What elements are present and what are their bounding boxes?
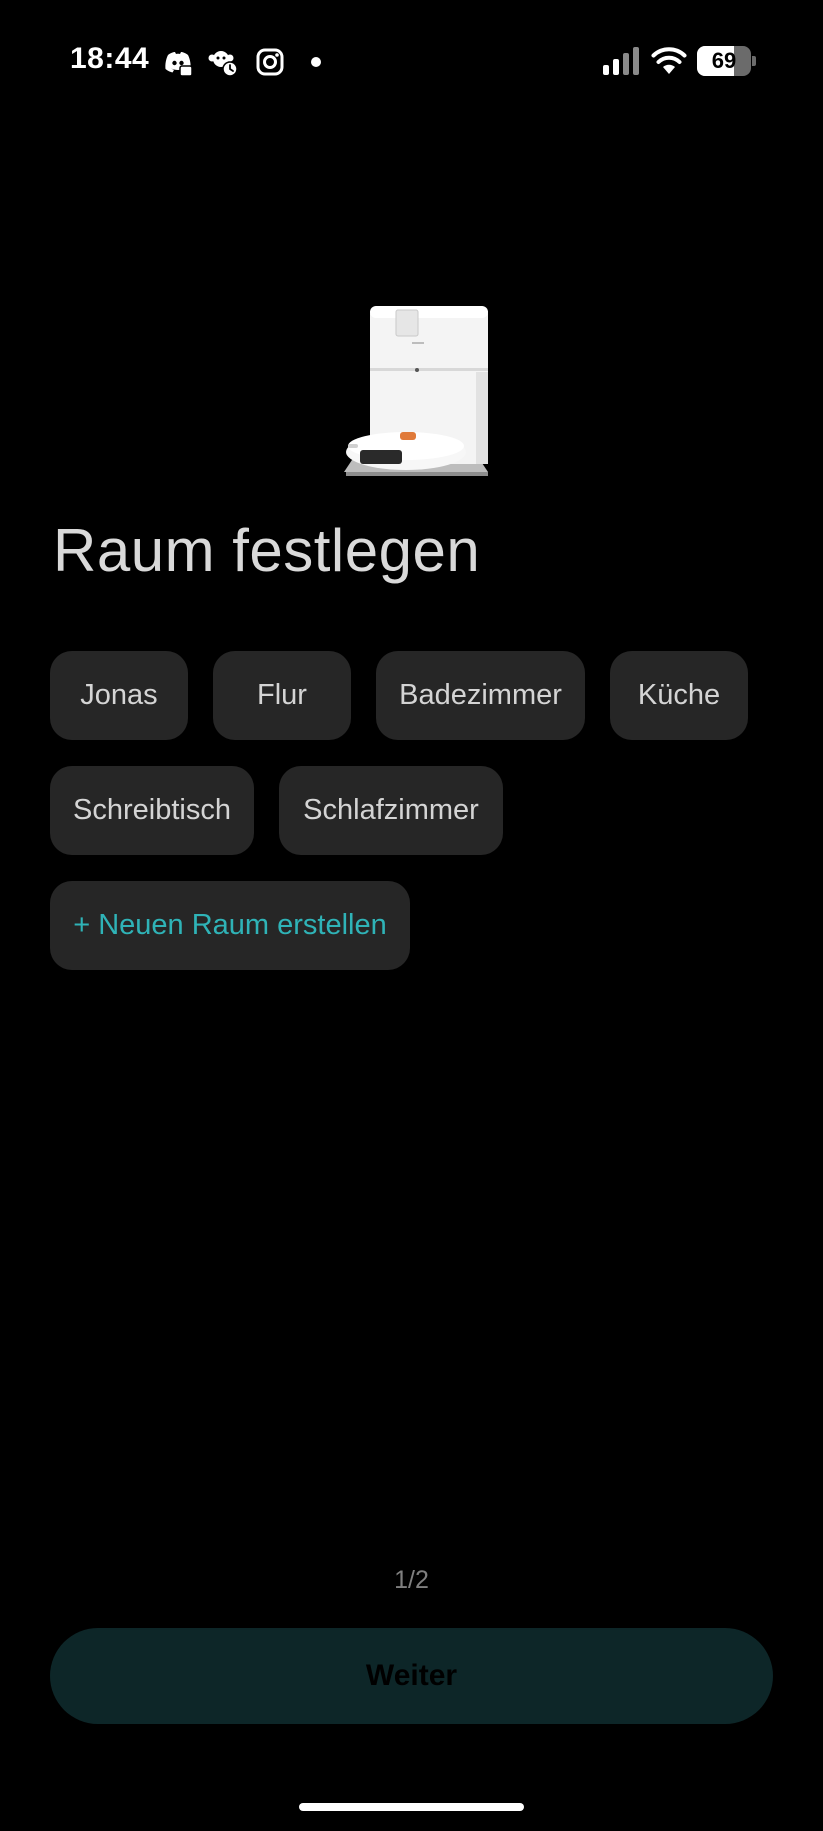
status-bar: 18:44 69 (0, 0, 823, 124)
battery-indicator: 69 (697, 46, 757, 76)
monkey-timer-icon (208, 51, 238, 77)
room-chip-schreibtisch[interactable]: Schreibtisch (50, 766, 254, 855)
battery-level: 69 (711, 48, 737, 73)
discord-icon (165, 52, 193, 77)
battery-body: 69 (697, 46, 751, 76)
more-notifications-dot (311, 57, 321, 67)
robot-vacuum-with-dock-icon (344, 306, 488, 476)
wifi-icon (651, 47, 687, 74)
battery-cap (752, 56, 756, 66)
room-chip-jonas[interactable]: Jonas (50, 651, 188, 740)
room-chip-badezimmer[interactable]: Badezimmer (376, 651, 585, 740)
cellular-signal-icon (603, 47, 639, 75)
page-indicator: 1/2 (394, 1566, 429, 1594)
room-chip-flur[interactable]: Flur (213, 651, 351, 740)
room-chip-row: Jonas Flur Badezimmer Küche (50, 651, 780, 740)
page-title: Raum festlegen (53, 517, 481, 584)
room-chip-row: Schreibtisch Schlafzimmer (50, 766, 780, 855)
room-chip-row: + Neuen Raum erstellen (50, 881, 780, 970)
next-button[interactable]: Weiter (50, 1628, 773, 1724)
home-indicator[interactable] (299, 1803, 524, 1811)
create-room-button[interactable]: + Neuen Raum erstellen (50, 881, 410, 970)
room-chip-schlafzimmer[interactable]: Schlafzimmer (279, 766, 503, 855)
room-chip-list: Jonas Flur Badezimmer Küche Schreibtisch… (50, 651, 780, 996)
instagram-icon (256, 48, 284, 76)
room-chip-kueche[interactable]: Küche (610, 651, 748, 740)
status-time: 18:44 (70, 42, 150, 75)
